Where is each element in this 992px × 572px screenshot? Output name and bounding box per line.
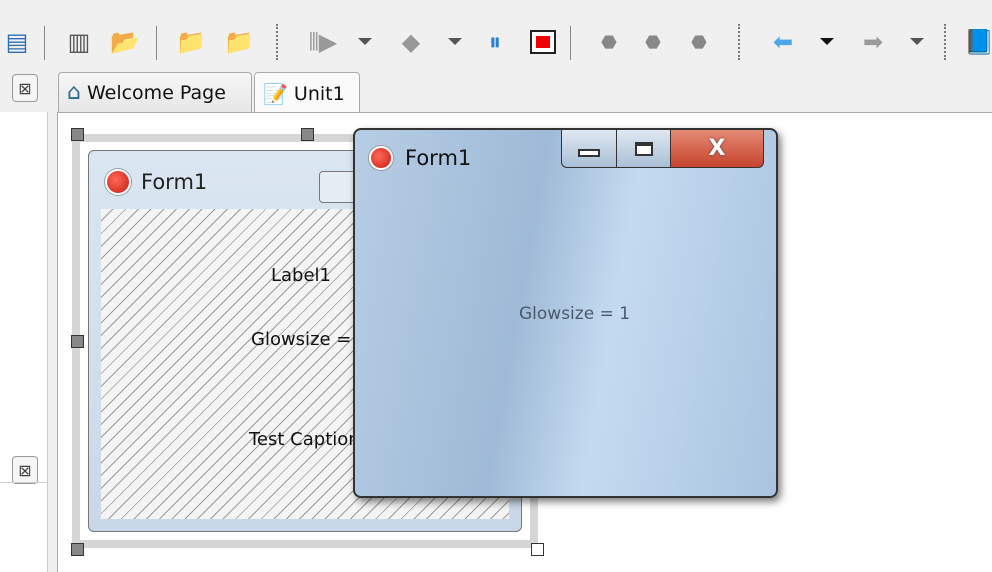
toolbar-separator: [738, 24, 740, 60]
glowsize-label[interactable]: Glowsize =: [251, 329, 351, 350]
close-icon: X: [708, 136, 726, 161]
window-title: Form1: [405, 146, 472, 170]
close-button[interactable]: X: [670, 130, 764, 168]
home-icon: ⌂: [67, 80, 81, 105]
build-icon[interactable]: ◆: [394, 24, 428, 60]
maximize-button[interactable]: [616, 130, 671, 168]
back-dropdown[interactable]: [820, 38, 834, 45]
resize-handle[interactable]: [531, 543, 544, 556]
step-over-icon[interactable]: ⬣: [636, 24, 670, 60]
glowsize-label: Glowsize = 1: [519, 304, 631, 324]
stop-icon[interactable]: [526, 24, 560, 60]
run-icon[interactable]: ⫴▶: [306, 24, 340, 60]
toolbar-separator: [156, 26, 157, 60]
tab-unit1[interactable]: 📝 Unit1: [254, 72, 360, 114]
close-panel-button[interactable]: ⊠: [12, 74, 38, 102]
run-dropdown[interactable]: [358, 38, 372, 45]
minimize-icon: [578, 148, 600, 157]
open-icon[interactable]: 📂: [108, 24, 142, 60]
forward-icon[interactable]: ➡: [856, 24, 890, 60]
save-icon[interactable]: ▥: [62, 24, 96, 60]
minimize-button[interactable]: [561, 130, 617, 168]
forward-dropdown[interactable]: [910, 38, 924, 45]
close-icon: ⊠: [18, 78, 32, 98]
tab-label: Welcome Page: [86, 81, 226, 104]
resize-handle[interactable]: [71, 128, 84, 141]
close-panel-button[interactable]: ⊠: [12, 456, 38, 484]
tab-welcome-page[interactable]: ⌂ Welcome Page: [58, 72, 252, 112]
add-to-project-icon[interactable]: 📁: [174, 24, 208, 60]
step-into-icon[interactable]: ⬣: [592, 24, 626, 60]
toolbar-separator: [276, 24, 278, 60]
left-panel: ⊠ ⊠: [0, 74, 48, 572]
help-icon[interactable]: 📘: [962, 24, 992, 60]
remove-from-project-icon[interactable]: 📁: [222, 24, 256, 60]
back-icon[interactable]: ⬅: [766, 24, 800, 60]
app-logo-icon: [105, 169, 131, 195]
divider: [0, 482, 48, 483]
toolbar-separator: [570, 26, 571, 60]
resize-handle[interactable]: [71, 543, 84, 556]
resize-handle[interactable]: [301, 128, 314, 141]
maximize-icon: [634, 141, 653, 156]
toolbar-separator: [944, 24, 946, 60]
toolbar: ▤ ▥ 📂 📁 📁 ⫴▶ ◆ ⏸ ⬣ ⬣ ⬣ ⬅ ➡ 📘: [0, 0, 992, 70]
resize-handle[interactable]: [71, 335, 84, 348]
build-dropdown[interactable]: [448, 38, 462, 45]
label1[interactable]: Label1: [271, 265, 331, 286]
close-icon: ⊠: [18, 460, 32, 480]
step-out-icon[interactable]: ⬣: [682, 24, 716, 60]
pause-icon[interactable]: ⏸: [478, 24, 512, 60]
caption-label[interactable]: Test Caption: [249, 429, 360, 450]
runtime-form-window[interactable]: Form1 X Glowsize = 1: [353, 128, 778, 498]
tab-label: Unit1: [293, 82, 345, 105]
app-logo-icon: [369, 146, 393, 170]
save-all-icon[interactable]: ▤: [0, 24, 34, 60]
toolbar-separator: [44, 26, 45, 60]
form-title: Form1: [141, 170, 208, 194]
unit-file-icon: 📝: [263, 81, 288, 106]
